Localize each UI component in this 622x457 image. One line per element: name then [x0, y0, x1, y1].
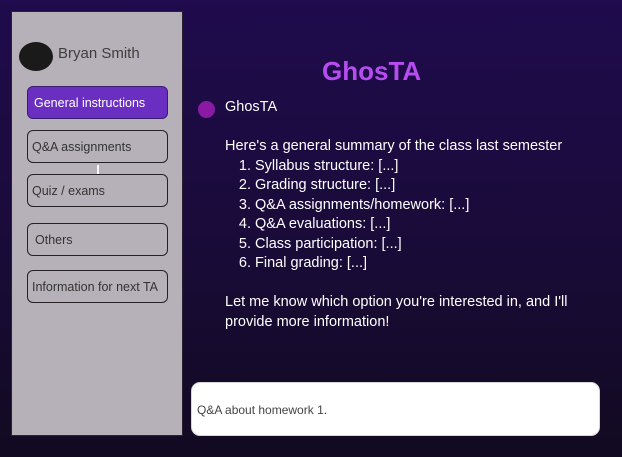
list-item: Grading structure: [...] [255, 176, 585, 196]
message-sender: GhosTA [225, 99, 278, 115]
nav-button-information-next-ta[interactable]: Information for next TA [27, 270, 168, 303]
nav-button-general-instructions[interactable]: General instructions [27, 86, 168, 119]
list-item: Q&A assignments/homework: [...] [255, 196, 585, 216]
avatar[interactable] [19, 42, 53, 71]
user-name: Bryan Smith [58, 45, 140, 62]
summary-list: Syllabus structure: [...] Grading struct… [225, 157, 585, 274]
list-item: Syllabus structure: [...] [255, 157, 585, 177]
sidebar: Bryan Smith General instructions Q&A ass… [11, 11, 183, 436]
list-item: Q&A evaluations: [...] [255, 215, 585, 235]
nav-button-qa-assignments[interactable]: Q&A assignments [27, 130, 168, 163]
nav-button-others[interactable]: Others [27, 223, 168, 256]
chat-input-box[interactable] [191, 382, 600, 436]
bot-avatar-icon [198, 101, 215, 118]
chat-input[interactable] [197, 400, 587, 420]
message-outro: Let me know which option you're interest… [225, 294, 568, 330]
list-item: Class participation: [...] [255, 235, 585, 255]
bot-message: Here's a general summary of the class la… [225, 137, 585, 332]
text-cursor [97, 165, 99, 174]
message-intro: Here's a general summary of the class la… [225, 138, 563, 154]
list-item: Final grading: [...] [255, 254, 585, 274]
app-title: GhosTA [322, 56, 422, 86]
nav-button-quiz-exams[interactable]: Quiz / exams [27, 174, 168, 207]
